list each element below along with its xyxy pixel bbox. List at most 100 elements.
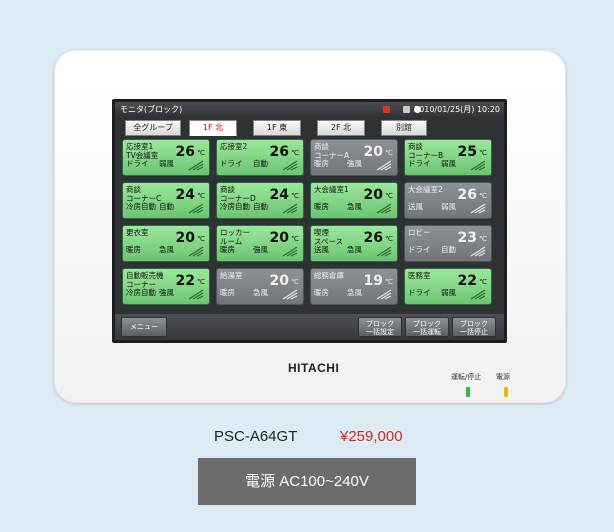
unit-fan-speed: 自動 (159, 202, 174, 211)
temperature-unit: ℃ (385, 192, 393, 200)
run-led (466, 387, 470, 397)
unit-mode: ドライ (408, 245, 431, 254)
temperature-unit: ℃ (385, 278, 393, 286)
unit-tile[interactable]: 大会議室1 20 ℃ 暖房 急風 (310, 182, 398, 219)
unit-temperature: 20 (363, 144, 383, 160)
temperature-unit: ℃ (291, 278, 299, 286)
tab-all-groups[interactable]: 全グループ (125, 120, 181, 136)
unit-temperature: 26 (363, 230, 383, 246)
block-batch-stop-button[interactable]: ブロック 一括停止 (452, 317, 496, 337)
unit-temperature: 26 (269, 144, 289, 160)
power-led (504, 387, 508, 397)
unit-temperature: 26 (457, 187, 477, 203)
datetime: 2010/01/25(月) 10:20 (414, 105, 500, 114)
unit-fan-speed: 弱風 (441, 159, 456, 168)
tab-1f-east[interactable]: 1F 東 (253, 120, 301, 136)
run-stop-label: 運転/停止 (451, 373, 482, 381)
unit-tile[interactable]: 喫煙 スペース 26 ℃ 送風 急風 (310, 225, 398, 262)
unit-tile[interactable]: ロッカー ルーム 20 ℃ 暖房 強風 (216, 225, 304, 262)
unit-tile[interactable]: ロビー 23 ℃ ドライ 自動 (404, 225, 492, 262)
block-batch-setting-button[interactable]: ブロック 一括設定 (358, 317, 402, 337)
unit-tile[interactable]: 大会議室2 26 ℃ 送風 弱風 (404, 182, 492, 219)
temperature-unit: ℃ (479, 149, 487, 157)
unit-tile[interactable]: 自動販売機 コーナー 22 ℃ 冷房自動 強風 (122, 268, 210, 305)
unit-mode: ドライ (408, 288, 431, 297)
tab-1f-north[interactable]: 1F 北 (189, 120, 237, 136)
unit-tile[interactable]: 応接室1 TV会議室 26 ℃ ドライ 弱風 (122, 139, 210, 176)
unit-temperature: 20 (363, 187, 383, 203)
unit-tile[interactable]: 商談 コーナーB 25 ℃ ドライ 弱風 (404, 139, 492, 176)
unit-tile[interactable]: 商談 コーナーC 24 ℃ 冷房自動 自動 (122, 182, 210, 219)
fan-icon (376, 160, 392, 171)
temperature-unit: ℃ (385, 149, 393, 157)
unit-tile[interactable]: 医務室 22 ℃ ドライ 弱風 (404, 268, 492, 305)
unit-mode: ドライ (220, 159, 243, 168)
temperature-unit: ℃ (385, 235, 393, 243)
price: ¥259,000 (340, 428, 403, 445)
unit-fan-speed: 弱風 (441, 288, 456, 297)
unit-temperature: 24 (175, 187, 195, 203)
unit-fan-speed: 急風 (253, 288, 268, 297)
unit-name: 給湯室 (220, 271, 243, 280)
unit-name: 更衣室 (126, 228, 149, 237)
temperature-unit: ℃ (479, 235, 487, 243)
block-batch-run-button[interactable]: ブロック 一括運転 (405, 317, 449, 337)
bottom-toolbar: メニュー ブロック 一括設定 ブロック 一括運転 ブロック 一括停止 (115, 314, 504, 340)
unit-tile[interactable]: 給湯室 20 ℃ 暖房 急風 (216, 268, 304, 305)
unit-tile[interactable]: 応接室2 26 ℃ ドライ 自動 (216, 139, 304, 176)
unit-temperature: 19 (363, 273, 383, 289)
lock-icon (403, 106, 410, 113)
tab-2f-north[interactable]: 2F 北 (317, 120, 365, 136)
screen-title-bar: モニタ(ブロック) 2010/01/25(月) 10:20 (115, 102, 504, 117)
unit-mode: ドライ (408, 159, 431, 168)
menu-button[interactable]: メニュー (121, 317, 167, 337)
screen-title: モニタ(ブロック) (120, 105, 183, 114)
temperature-unit: ℃ (197, 192, 205, 200)
unit-temperature: 20 (269, 273, 289, 289)
fan-icon (188, 203, 204, 214)
unit-fan-speed: 急風 (347, 288, 362, 297)
lcd-screen: モニタ(ブロック) 2010/01/25(月) 10:20 全グループ 1F 北… (112, 99, 507, 343)
unit-mode: 送風 (408, 202, 423, 211)
power-spec-badge: 電源 AC100~240V (198, 458, 416, 505)
unit-name: 医務室 (408, 271, 431, 280)
model-number: PSC-A64GT (214, 428, 298, 445)
unit-mode: 暖房 (220, 288, 235, 297)
unit-mode: 送風 (314, 245, 329, 254)
unit-name: 応接室2 (220, 142, 248, 151)
unit-mode: ドライ (126, 159, 149, 168)
unit-fan-speed: 自動 (253, 159, 268, 168)
fan-icon (188, 160, 204, 171)
unit-name: 大会議室2 (408, 185, 443, 194)
unit-name: 大会議室1 (314, 185, 349, 194)
unit-mode: 暖房 (314, 202, 329, 211)
tab-annex[interactable]: 別館 (381, 120, 427, 136)
unit-grid: 応接室1 TV会議室 26 ℃ ドライ 弱風 応接室2 26 ℃ ドライ 自動 商談 コーナーA 20… (122, 139, 498, 311)
fan-icon (470, 246, 486, 257)
unit-name: 総務倉庫 (314, 271, 344, 280)
temperature-unit: ℃ (291, 192, 299, 200)
unit-tile[interactable]: 商談 コーナーD 24 ℃ 冷房自動 自動 (216, 182, 304, 219)
unit-fan-speed: 強風 (253, 245, 268, 254)
unit-fan-speed: 急風 (159, 245, 174, 254)
unit-fan-speed: 弱風 (159, 159, 174, 168)
unit-mode: 暖房 (220, 245, 235, 254)
unit-tile[interactable]: 総務倉庫 19 ℃ 暖房 急風 (310, 268, 398, 305)
unit-tile[interactable]: 商談 コーナーA 20 ℃ 暖房 強風 (310, 139, 398, 176)
unit-fan-speed: 強風 (159, 288, 174, 297)
unit-fan-speed: 急風 (347, 202, 362, 211)
power-label: 電源 (496, 373, 510, 381)
unit-mode: 暖房 (126, 245, 141, 254)
unit-tile[interactable]: 更衣室 20 ℃ 暖房 急風 (122, 225, 210, 262)
fan-icon (470, 160, 486, 171)
unit-mode: 冷房自動 (126, 288, 156, 297)
fan-icon (282, 203, 298, 214)
fan-icon (470, 203, 486, 214)
unit-temperature: 22 (175, 273, 195, 289)
unit-temperature: 25 (457, 144, 477, 160)
unit-fan-speed: 自動 (441, 245, 456, 254)
temperature-unit: ℃ (197, 278, 205, 286)
unit-fan-speed: 自動 (253, 202, 268, 211)
temperature-unit: ℃ (291, 235, 299, 243)
unit-temperature: 20 (175, 230, 195, 246)
